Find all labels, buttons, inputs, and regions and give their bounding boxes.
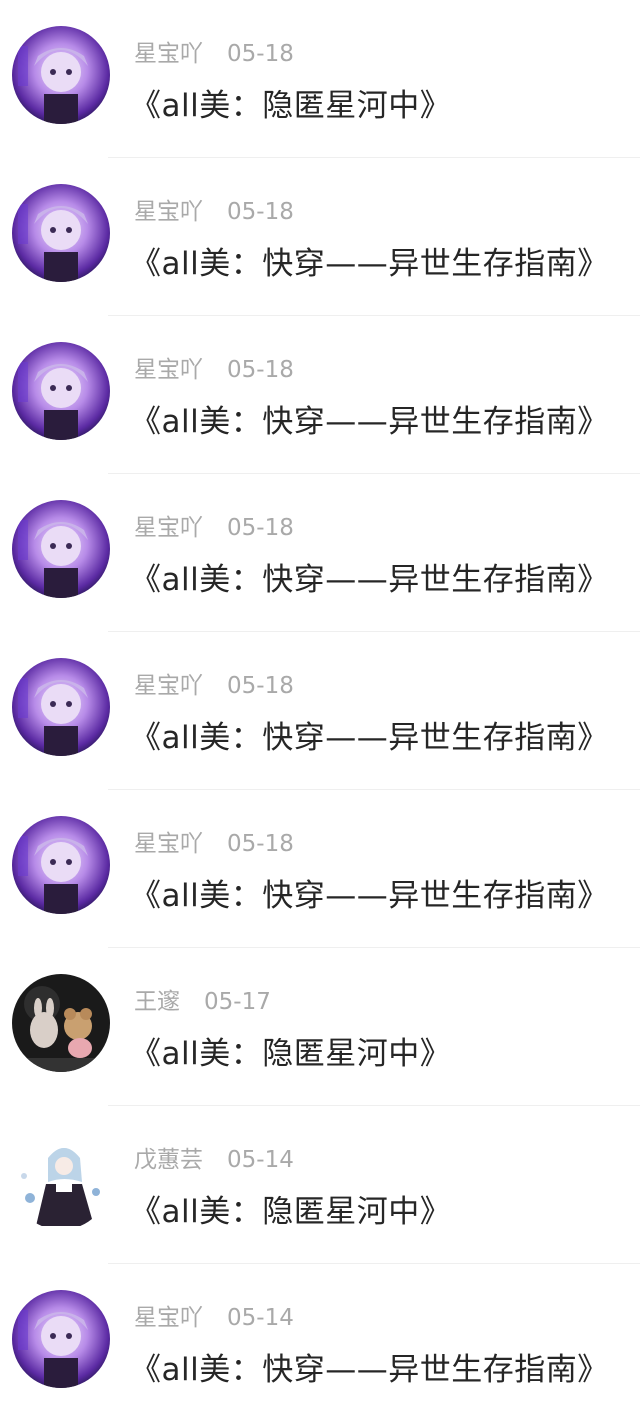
author-name[interactable]: 戊蕙芸 (134, 1147, 203, 1173)
item-date: 05-18 (227, 357, 294, 383)
author-name[interactable]: 王邃 (134, 989, 180, 1015)
author-name[interactable]: 星宝吖 (134, 41, 203, 67)
item-date: 05-18 (227, 41, 294, 67)
book-title[interactable]: 《all美：快穿——异世生存指南》 (130, 396, 609, 441)
avatar[interactable] (12, 1132, 110, 1230)
list-item[interactable]: 星宝吖 05-18 《all美：隐匿星河中》 (0, 0, 640, 158)
author-name[interactable]: 星宝吖 (134, 1305, 203, 1331)
book-title[interactable]: 《all美：快穿——异世生存指南》 (130, 870, 609, 915)
avatar[interactable] (12, 342, 110, 440)
book-title[interactable]: 《all美：隐匿星河中》 (130, 1186, 451, 1231)
list-item[interactable]: 星宝吖 05-18 《all美：快穿——异世生存指南》 (0, 158, 640, 316)
avatar[interactable] (12, 500, 110, 598)
list-item[interactable]: 星宝吖 05-18 《all美：快穿——异世生存指南》 (0, 474, 640, 632)
item-date: 05-17 (204, 989, 271, 1015)
list-item[interactable]: 星宝吖 05-18 《all美：快穿——异世生存指南》 (0, 316, 640, 474)
author-name[interactable]: 星宝吖 (134, 515, 203, 541)
avatar[interactable] (12, 658, 110, 756)
book-title[interactable]: 《all美：快穿——异世生存指南》 (130, 554, 609, 599)
item-date: 05-18 (227, 199, 294, 225)
book-title[interactable]: 《all美：隐匿星河中》 (130, 1028, 451, 1073)
list-item[interactable]: 戊蕙芸 05-14 《all美：隐匿星河中》 (0, 1106, 640, 1264)
item-date: 05-14 (227, 1147, 294, 1173)
author-name[interactable]: 星宝吖 (134, 199, 203, 225)
list-item[interactable]: 星宝吖 05-18 《all美：快穿——异世生存指南》 (0, 790, 640, 948)
author-name[interactable]: 星宝吖 (134, 673, 203, 699)
avatar[interactable] (12, 816, 110, 914)
author-name[interactable]: 星宝吖 (134, 831, 203, 857)
item-date: 05-18 (227, 673, 294, 699)
book-title[interactable]: 《all美：快穿——异世生存指南》 (130, 712, 609, 757)
book-title[interactable]: 《all美：快穿——异世生存指南》 (130, 238, 609, 283)
item-date: 05-18 (227, 831, 294, 857)
item-meta: 星宝吖 05-18 (134, 508, 294, 542)
list-item[interactable]: 星宝吖 05-18 《all美：快穿——异世生存指南》 (0, 632, 640, 790)
item-meta: 王邃 05-17 (134, 982, 271, 1016)
item-meta: 星宝吖 05-18 (134, 192, 294, 226)
comment-list: 星宝吖 05-18 《all美：隐匿星河中》 星宝吖 05-18 《all美：快穿—… (0, 0, 640, 1422)
list-item[interactable]: 王邃 05-17 《all美：隐匿星河中》 (0, 948, 640, 1106)
list-item[interactable]: 星宝吖 05-14 《all美：快穿——异世生存指南》 (0, 1264, 640, 1422)
avatar[interactable] (12, 1290, 110, 1388)
avatar[interactable] (12, 184, 110, 282)
avatar[interactable] (12, 26, 110, 124)
avatar[interactable] (12, 974, 110, 1072)
item-date: 05-18 (227, 515, 294, 541)
item-meta: 戊蕙芸 05-14 (134, 1140, 294, 1174)
book-title[interactable]: 《all美：隐匿星河中》 (130, 80, 451, 125)
book-title[interactable]: 《all美：快穿——异世生存指南》 (130, 1344, 609, 1389)
item-meta: 星宝吖 05-18 (134, 666, 294, 700)
item-meta: 星宝吖 05-18 (134, 350, 294, 384)
item-date: 05-14 (227, 1305, 294, 1331)
item-meta: 星宝吖 05-18 (134, 34, 294, 68)
item-meta: 星宝吖 05-18 (134, 824, 294, 858)
item-meta: 星宝吖 05-14 (134, 1298, 294, 1332)
author-name[interactable]: 星宝吖 (134, 357, 203, 383)
